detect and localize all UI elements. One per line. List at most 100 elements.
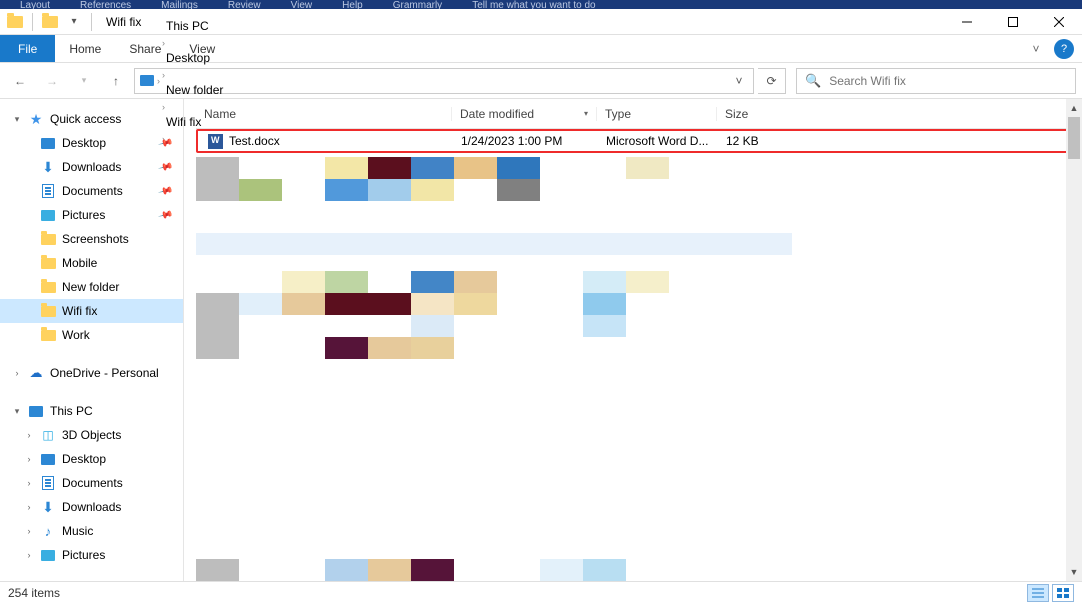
nav-label: Quick access	[50, 112, 121, 126]
maximize-button[interactable]	[990, 9, 1036, 35]
nav-label: Work	[62, 328, 90, 342]
pc-icon	[139, 73, 155, 89]
nav-item-pictures[interactable]: Pictures 📌	[0, 203, 183, 227]
nav-item-downloads[interactable]: › ⬇ Downloads	[0, 495, 183, 519]
recent-dropdown[interactable]: ▾	[70, 67, 98, 95]
nav-item-mobile[interactable]: Mobile	[0, 251, 183, 275]
redacted-content-block	[196, 157, 669, 201]
nav-label: Documents	[62, 184, 123, 198]
nav-item-pictures[interactable]: › Pictures	[0, 543, 183, 567]
folder-icon	[40, 327, 56, 343]
nav-item-wifi-fix[interactable]: Wifi fix	[0, 299, 183, 323]
nav-label: Wifi fix	[62, 304, 97, 318]
help-button[interactable]: ?	[1054, 39, 1074, 59]
file-row-highlighted[interactable]: Test.docx 1/24/2023 1:00 PM Microsoft Wo…	[196, 129, 1082, 153]
pic-icon	[40, 547, 56, 563]
nav-item-3d-objects[interactable]: › ◫ 3D Objects	[0, 423, 183, 447]
nav-item-desktop[interactable]: › Desktop	[0, 447, 183, 471]
background-word-ribbon: LayoutReferencesMailingsReviewViewHelpGr…	[0, 0, 1082, 9]
nav-label: Documents	[62, 476, 123, 490]
up-button[interactable]: ↑	[102, 67, 130, 95]
item-count: 254 items	[8, 586, 60, 600]
chevron-down-icon[interactable]: ▾	[12, 406, 22, 417]
status-bar: 254 items	[0, 581, 1082, 604]
qat-divider	[32, 13, 33, 31]
search-input[interactable]	[829, 74, 1067, 88]
nav-label: This PC	[50, 404, 93, 418]
chevron-right-icon[interactable]: ›	[24, 430, 34, 440]
address-bar[interactable]: › This PC›Desktop›New folder›Wifi fix› ˅	[134, 68, 754, 94]
nav-item-new-folder[interactable]: New folder	[0, 275, 183, 299]
redacted-content-block	[196, 271, 669, 359]
pin-icon: 📌	[157, 135, 173, 151]
details-view-button[interactable]	[1027, 584, 1049, 602]
nav-item-screenshots[interactable]: Screenshots	[0, 227, 183, 251]
breadcrumb-item[interactable]: This PC	[162, 17, 227, 35]
nav-onedrive[interactable]: › ☁ OneDrive - Personal	[0, 361, 183, 385]
nav-label: Downloads	[62, 160, 121, 174]
vertical-scrollbar[interactable]: ▲ ▼	[1066, 99, 1082, 581]
3d-icon: ◫	[40, 427, 56, 443]
search-box[interactable]: 🔍	[796, 68, 1076, 94]
column-date[interactable]: Date modified▾	[451, 107, 596, 121]
close-button[interactable]	[1036, 9, 1082, 35]
chevron-right-icon[interactable]: ›	[12, 368, 22, 378]
qat-folder-icon[interactable]	[39, 11, 61, 33]
address-bar-row: ← → ▾ ↑ › This PC›Desktop›New folder›Wif…	[0, 63, 1082, 99]
doc-icon	[40, 475, 56, 491]
file-list-pane[interactable]: Name Date modified▾ Type Size Test.docx …	[184, 99, 1082, 581]
qat-divider2	[91, 13, 92, 31]
ribbon-expand-icon[interactable]: ˅	[1026, 42, 1046, 56]
nav-label: Screenshots	[62, 232, 129, 246]
scroll-down-button[interactable]: ▼	[1066, 563, 1082, 581]
nav-label: Pictures	[62, 548, 105, 562]
chevron-right-icon[interactable]: ›	[24, 550, 34, 560]
nav-label: Downloads	[62, 500, 121, 514]
chevron-right-icon[interactable]: ›	[24, 454, 34, 464]
nav-label: New folder	[62, 280, 119, 294]
large-icons-view-button[interactable]	[1052, 584, 1074, 602]
column-name[interactable]: Name	[196, 107, 451, 121]
nav-item-work[interactable]: Work	[0, 323, 183, 347]
tab-home[interactable]: Home	[55, 35, 115, 62]
qat-dropdown[interactable]: ▾	[63, 11, 85, 33]
address-dropdown-icon[interactable]: ˅	[729, 74, 749, 88]
navigation-pane[interactable]: ▾ ★ Quick access Desktop 📌 ⬇ Downloads 📌…	[0, 99, 184, 581]
nav-this-pc[interactable]: ▾ This PC	[0, 399, 183, 423]
column-size[interactable]: Size	[716, 107, 798, 121]
chevron-right-icon[interactable]: ›	[24, 526, 34, 536]
folder-icon	[40, 303, 56, 319]
nav-label: 3D Objects	[62, 428, 121, 442]
pin-icon: 📌	[157, 159, 173, 175]
nav-item-desktop[interactable]: Desktop 📌	[0, 131, 183, 155]
scroll-up-button[interactable]: ▲	[1066, 99, 1082, 117]
folder-icon	[40, 255, 56, 271]
folder-icon	[40, 279, 56, 295]
chevron-right-icon[interactable]: ›	[24, 502, 34, 512]
breadcrumb-item[interactable]: Desktop	[162, 49, 227, 67]
nav-label: Desktop	[62, 452, 106, 466]
desk-icon	[40, 135, 56, 151]
star-icon: ★	[28, 111, 44, 127]
back-button[interactable]: ←	[6, 67, 34, 95]
scroll-thumb[interactable]	[1068, 117, 1080, 159]
cloud-icon: ☁	[28, 365, 44, 381]
dl-icon: ⬇	[40, 159, 56, 175]
nav-item-downloads[interactable]: ⬇ Downloads 📌	[0, 155, 183, 179]
nav-item-documents[interactable]: › Documents	[0, 471, 183, 495]
breadcrumb-sep: ›	[157, 76, 160, 86]
chevron-down-icon[interactable]: ▾	[12, 114, 22, 125]
column-type[interactable]: Type	[596, 107, 716, 121]
tab-file[interactable]: File	[0, 35, 55, 62]
refresh-button[interactable]: ⟳	[758, 68, 786, 94]
word-file-icon	[208, 134, 223, 149]
nav-item-documents[interactable]: Documents 📌	[0, 179, 183, 203]
nav-item-music[interactable]: › ♪ Music	[0, 519, 183, 543]
folder-icon	[40, 231, 56, 247]
forward-button[interactable]: →	[38, 67, 66, 95]
chevron-right-icon[interactable]: ›	[24, 478, 34, 488]
breadcrumb-item[interactable]: New folder	[162, 81, 227, 99]
column-headers: Name Date modified▾ Type Size	[196, 99, 1082, 129]
nav-quick-access[interactable]: ▾ ★ Quick access	[0, 107, 183, 131]
minimize-button[interactable]	[944, 9, 990, 35]
